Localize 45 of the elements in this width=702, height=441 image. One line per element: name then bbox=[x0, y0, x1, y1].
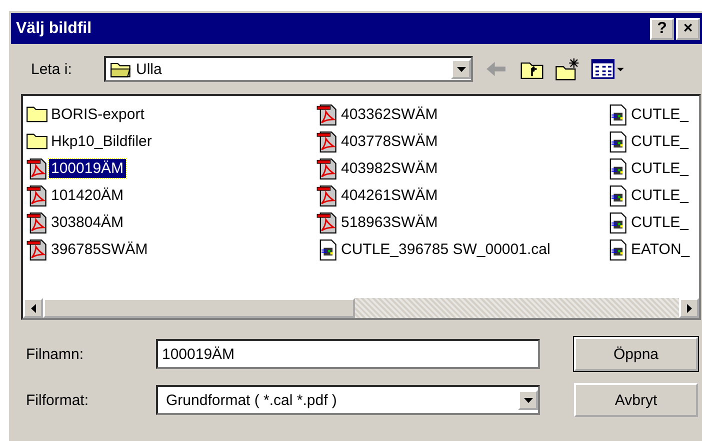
file-item[interactable]: 404261SWÄM bbox=[339, 186, 440, 205]
file-item[interactable]: 303804ÄM bbox=[49, 213, 126, 232]
cancel-button[interactable]: Avbryt bbox=[574, 383, 698, 417]
filename-field[interactable]: 100019ÄM bbox=[156, 339, 540, 369]
file-item[interactable]: CUTLE_ bbox=[629, 159, 691, 178]
file-item[interactable]: 100019ÄM bbox=[49, 159, 126, 178]
pdf-file-icon bbox=[26, 158, 48, 180]
look-in-dropdown[interactable]: Ulla bbox=[104, 56, 473, 82]
pdf-file-icon bbox=[316, 104, 338, 126]
new-folder-icon[interactable] bbox=[555, 56, 581, 82]
file-item[interactable]: 403362SWÄM bbox=[339, 105, 440, 124]
file-item[interactable]: EATON_ bbox=[629, 240, 692, 259]
horizontal-scrollbar[interactable] bbox=[23, 298, 699, 318]
file-item[interactable]: 396785SWÄM bbox=[49, 240, 150, 259]
file-format-label: Filformat: bbox=[26, 392, 90, 408]
file-item[interactable]: CUTLE_ bbox=[629, 213, 691, 232]
open-button[interactable]: Öppna bbox=[574, 337, 698, 371]
scrollbar-thumb[interactable] bbox=[43, 298, 355, 318]
window-title: Välj bildfil bbox=[16, 20, 92, 38]
pdf-file-icon bbox=[316, 158, 338, 180]
view-menu-icon[interactable] bbox=[591, 56, 625, 82]
file-item[interactable]: 403982SWÄM bbox=[339, 159, 440, 178]
pdf-file-icon bbox=[316, 184, 338, 206]
folder-icon bbox=[110, 60, 132, 78]
pdf-file-icon bbox=[316, 130, 338, 152]
file-item[interactable]: 518963SWÄM bbox=[339, 213, 440, 232]
file-item[interactable]: 403778SWÄM bbox=[339, 132, 440, 151]
folder-item[interactable]: Hkp10_Bildfiler bbox=[49, 132, 154, 151]
pdf-file-icon bbox=[26, 212, 48, 234]
look-in-label: Leta i: bbox=[31, 60, 73, 78]
help-button[interactable]: ? bbox=[650, 18, 674, 40]
filename-label: Filnamn: bbox=[26, 346, 85, 362]
file-item[interactable]: CUTLE_ bbox=[629, 132, 691, 151]
file-item[interactable]: CUTLE_ bbox=[629, 105, 691, 124]
folder-item[interactable]: BORIS-export bbox=[49, 105, 146, 124]
file-item[interactable]: 101420ÄM bbox=[49, 186, 126, 205]
scroll-left-icon[interactable] bbox=[23, 298, 43, 318]
file-format-dropdown[interactable]: Grundformat ( *.cal *.pdf ) bbox=[156, 385, 540, 415]
pdf-file-icon bbox=[26, 184, 48, 206]
file-item[interactable]: CUTLE_396785 SW_00001.cal bbox=[339, 240, 552, 259]
scroll-right-icon[interactable] bbox=[679, 298, 699, 318]
pdf-file-icon bbox=[316, 212, 338, 234]
close-button[interactable]: × bbox=[676, 18, 700, 40]
file-item[interactable]: CUTLE_ bbox=[629, 186, 691, 205]
pdf-file-icon bbox=[26, 238, 48, 260]
